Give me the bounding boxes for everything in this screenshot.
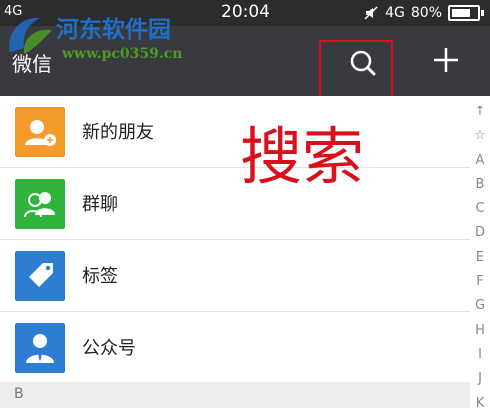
index-letter[interactable]: K <box>470 392 490 416</box>
index-letter[interactable]: A <box>470 149 490 173</box>
plus-icon <box>434 48 458 72</box>
index-letter[interactable]: ↑ <box>470 100 490 124</box>
alphabet-index[interactable]: ↑ ☆ A B C D E F G H I J K <box>470 100 490 411</box>
section-header-letter: B <box>14 386 24 402</box>
index-letter[interactable]: H <box>470 319 490 343</box>
add-friend-icon <box>15 107 65 157</box>
list-item-official-accounts[interactable]: 公众号 <box>0 312 470 384</box>
list-item-label: 群聊 <box>82 194 118 215</box>
list-item-label: 标签 <box>82 266 118 287</box>
page-title: 微信 <box>12 52 52 76</box>
index-letter[interactable]: E <box>470 246 490 270</box>
index-letter[interactable]: J <box>470 367 490 391</box>
index-letter[interactable]: ☆ <box>470 124 490 148</box>
index-letter[interactable]: F <box>470 270 490 294</box>
annotation-text: 搜索 <box>240 120 364 193</box>
status-bar: 4G 20:04 4G 80% <box>0 0 490 26</box>
handwritten-annotation: 搜索 <box>240 120 364 193</box>
signal-indicator: 4G <box>4 4 23 19</box>
battery-cap <box>481 10 484 16</box>
mute-icon <box>364 6 378 20</box>
network-type: 4G <box>385 5 405 21</box>
clock: 20:04 <box>221 2 270 22</box>
title-bar: 微信 <box>0 26 490 100</box>
search-icon <box>350 50 376 76</box>
list-item-tags[interactable]: 标签 <box>0 240 470 312</box>
tag-icon <box>15 251 65 301</box>
add-button[interactable] <box>426 40 466 80</box>
index-letter[interactable]: G <box>470 294 490 318</box>
index-letter[interactable]: B <box>470 173 490 197</box>
section-header: B <box>0 382 470 408</box>
battery-percent: 80% <box>410 5 442 21</box>
list-item-label: 新的朋友 <box>82 122 154 143</box>
status-icons: 4G 80% <box>363 3 484 23</box>
index-letter[interactable]: D <box>470 221 490 245</box>
list-item-label: 公众号 <box>82 338 136 359</box>
search-button[interactable] <box>340 40 386 86</box>
index-letter[interactable]: C <box>470 197 490 221</box>
battery-icon <box>448 5 480 21</box>
index-letter[interactable]: I <box>470 343 490 367</box>
official-account-icon <box>15 323 65 373</box>
group-chat-icon <box>15 179 65 229</box>
